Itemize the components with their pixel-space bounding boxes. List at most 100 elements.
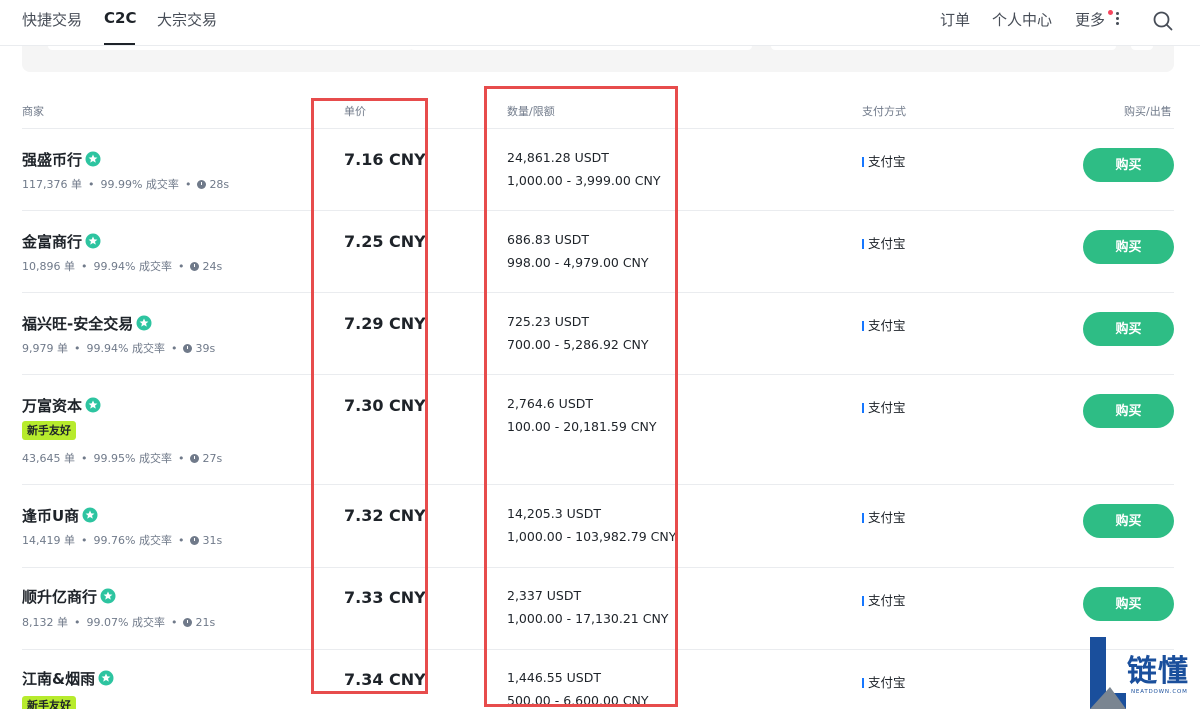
payment-method: 支付宝 (862, 233, 906, 252)
header-merchant: 商家 (22, 105, 44, 118)
merchant-name-text[interactable]: 金富商行 (22, 233, 82, 251)
merchant-name-text[interactable]: 福兴旺-安全交易 (22, 315, 133, 333)
completion-rate: 99.94% 成交率 (86, 342, 165, 355)
completion-rate: 99.07% 成交率 (86, 616, 165, 629)
alipay-icon (862, 239, 864, 249)
tab-c2c[interactable]: C2C (104, 9, 136, 27)
order-count: 43,645 单 (22, 452, 75, 465)
available-amount: 24,861.28 USDT (507, 150, 609, 165)
alipay-icon (862, 321, 864, 331)
beginner-friendly-badge: 新手友好 (22, 421, 76, 440)
more-menu[interactable]: 更多 (1075, 9, 1105, 30)
search-icon[interactable] (1150, 8, 1176, 34)
order-limit: 1,000.00 - 3,999.00 CNY (507, 173, 661, 188)
order-count: 8,132 单 (22, 616, 68, 629)
merchant-name[interactable]: 顺升亿商行 (22, 586, 116, 607)
merchant-name[interactable]: 强盛币行 (22, 149, 101, 170)
merchant-name[interactable]: 逢币U商 (22, 505, 98, 526)
merchant-name[interactable]: 江南&烟雨 (22, 668, 114, 689)
orders-link[interactable]: 订单 (940, 9, 970, 30)
amount-filter-input[interactable] (48, 46, 413, 50)
payment-method: 支付宝 (862, 672, 906, 691)
header-amount-limit: 数量/限额 (507, 105, 555, 118)
verified-icon (85, 397, 101, 413)
merchant-name-text[interactable]: 逢币U商 (22, 507, 79, 525)
merchant-name[interactable]: 金富商行 (22, 231, 101, 252)
merchant-name-text[interactable]: 强盛币行 (22, 151, 82, 169)
merchant-name-text[interactable]: 万富资本 (22, 397, 82, 415)
payment-label: 支付宝 (868, 593, 906, 608)
alipay-icon (862, 596, 864, 606)
unit-price: 7.29 CNY (344, 314, 426, 333)
currency-filter-select[interactable] (410, 46, 752, 50)
buy-button[interactable]: 购买 (1083, 587, 1174, 621)
table-row: 福兴旺-安全交易 9,979 单 • 99.94% 成交率 • 39s 7.29 CNY… (22, 293, 1174, 375)
tab-block-trade[interactable]: 大宗交易 (157, 9, 217, 30)
clock-icon (190, 454, 200, 463)
release-time: 39s (195, 342, 216, 355)
payment-filter-select[interactable] (771, 46, 1116, 50)
payment-method: 支付宝 (862, 397, 906, 416)
table-row: 顺升亿商行 8,132 单 • 99.07% 成交率 • 21s 7.33 CNY 2,… (22, 568, 1174, 650)
alipay-icon (862, 513, 864, 523)
buy-button[interactable]: 购买 (1083, 148, 1174, 182)
order-count: 10,896 单 (22, 260, 75, 273)
order-limit: 700.00 - 5,286.92 CNY (507, 337, 649, 352)
order-limit: 1,000.00 - 17,130.21 CNY (507, 611, 669, 626)
filter-panel (22, 46, 1174, 72)
unit-price: 7.25 CNY (344, 232, 426, 251)
available-amount: 2,337 USDT (507, 588, 582, 603)
top-nav: 快捷交易 C2C 大宗交易 订单 个人中心 更多 (0, 0, 1200, 46)
release-time: 31s (202, 534, 223, 547)
payment-label: 支付宝 (868, 318, 906, 333)
order-count: 9,979 单 (22, 342, 68, 355)
release-time: 21s (195, 616, 216, 629)
table-header: 商家 单价 数量/限额 支付方式 购买/出售 (0, 103, 1200, 123)
table-row: 万富资本 新手友好 43,645 单 • 99.95% 成交率 • 27s 7.30 C… (22, 375, 1174, 485)
verified-icon (82, 507, 98, 523)
payment-method: 支付宝 (862, 151, 906, 170)
header-action: 购买/出售 (1124, 105, 1172, 118)
verified-icon (100, 588, 116, 604)
order-count: 117,376 单 (22, 178, 82, 191)
order-count: 14,419 单 (22, 534, 75, 547)
buy-button[interactable]: 购买 (1083, 504, 1174, 538)
alipay-icon (862, 403, 864, 413)
available-amount: 1,446.55 USDT (507, 670, 601, 685)
buy-button[interactable]: 购买 (1083, 312, 1174, 346)
refresh-filter-button[interactable] (1131, 46, 1153, 50)
merchant-name[interactable]: 福兴旺-安全交易 (22, 313, 152, 334)
merchant-stats: 43,645 单 • 99.95% 成交率 • 27s (22, 452, 223, 465)
kebab-icon[interactable] (1116, 12, 1119, 26)
merchant-stats: 9,979 单 • 99.94% 成交率 • 39s (22, 342, 216, 355)
payment-label: 支付宝 (868, 400, 906, 415)
completion-rate: 99.95% 成交率 (93, 452, 172, 465)
payment-label: 支付宝 (868, 675, 906, 690)
unit-price: 7.16 CNY (344, 150, 426, 169)
profile-link[interactable]: 个人中心 (992, 9, 1052, 30)
payment-method: 支付宝 (862, 507, 906, 526)
merchant-name-text[interactable]: 顺升亿商行 (22, 588, 97, 606)
buy-button[interactable]: 购买 (1083, 394, 1174, 428)
payment-label: 支付宝 (868, 154, 906, 169)
buy-button[interactable]: 购买 (1083, 230, 1174, 264)
completion-rate: 99.94% 成交率 (93, 260, 172, 273)
watermark-subtext: NEATDOWN.COM (1131, 689, 1188, 695)
available-amount: 686.83 USDT (507, 232, 590, 247)
verified-icon (98, 670, 114, 686)
release-time: 24s (202, 260, 223, 273)
order-limit: 500.00 - 6,600.00 CNY (507, 693, 649, 708)
available-amount: 2,764.6 USDT (507, 396, 594, 411)
payment-label: 支付宝 (868, 510, 906, 525)
order-limit: 998.00 - 4,979.00 CNY (507, 255, 649, 270)
merchant-name-text[interactable]: 江南&烟雨 (22, 670, 95, 688)
release-time: 28s (209, 178, 230, 191)
merchant-stats: 117,376 单 • 99.99% 成交率 • 28s (22, 178, 230, 191)
merchant-stats: 14,419 单 • 99.76% 成交率 • 31s (22, 534, 223, 547)
tab-quick-trade[interactable]: 快捷交易 (22, 9, 82, 30)
active-tab-indicator (104, 43, 135, 45)
header-payment: 支付方式 (862, 105, 906, 118)
merchant-name[interactable]: 万富资本 (22, 395, 101, 416)
verified-icon (85, 151, 101, 167)
watermark-text: 链懂 (1127, 654, 1189, 689)
